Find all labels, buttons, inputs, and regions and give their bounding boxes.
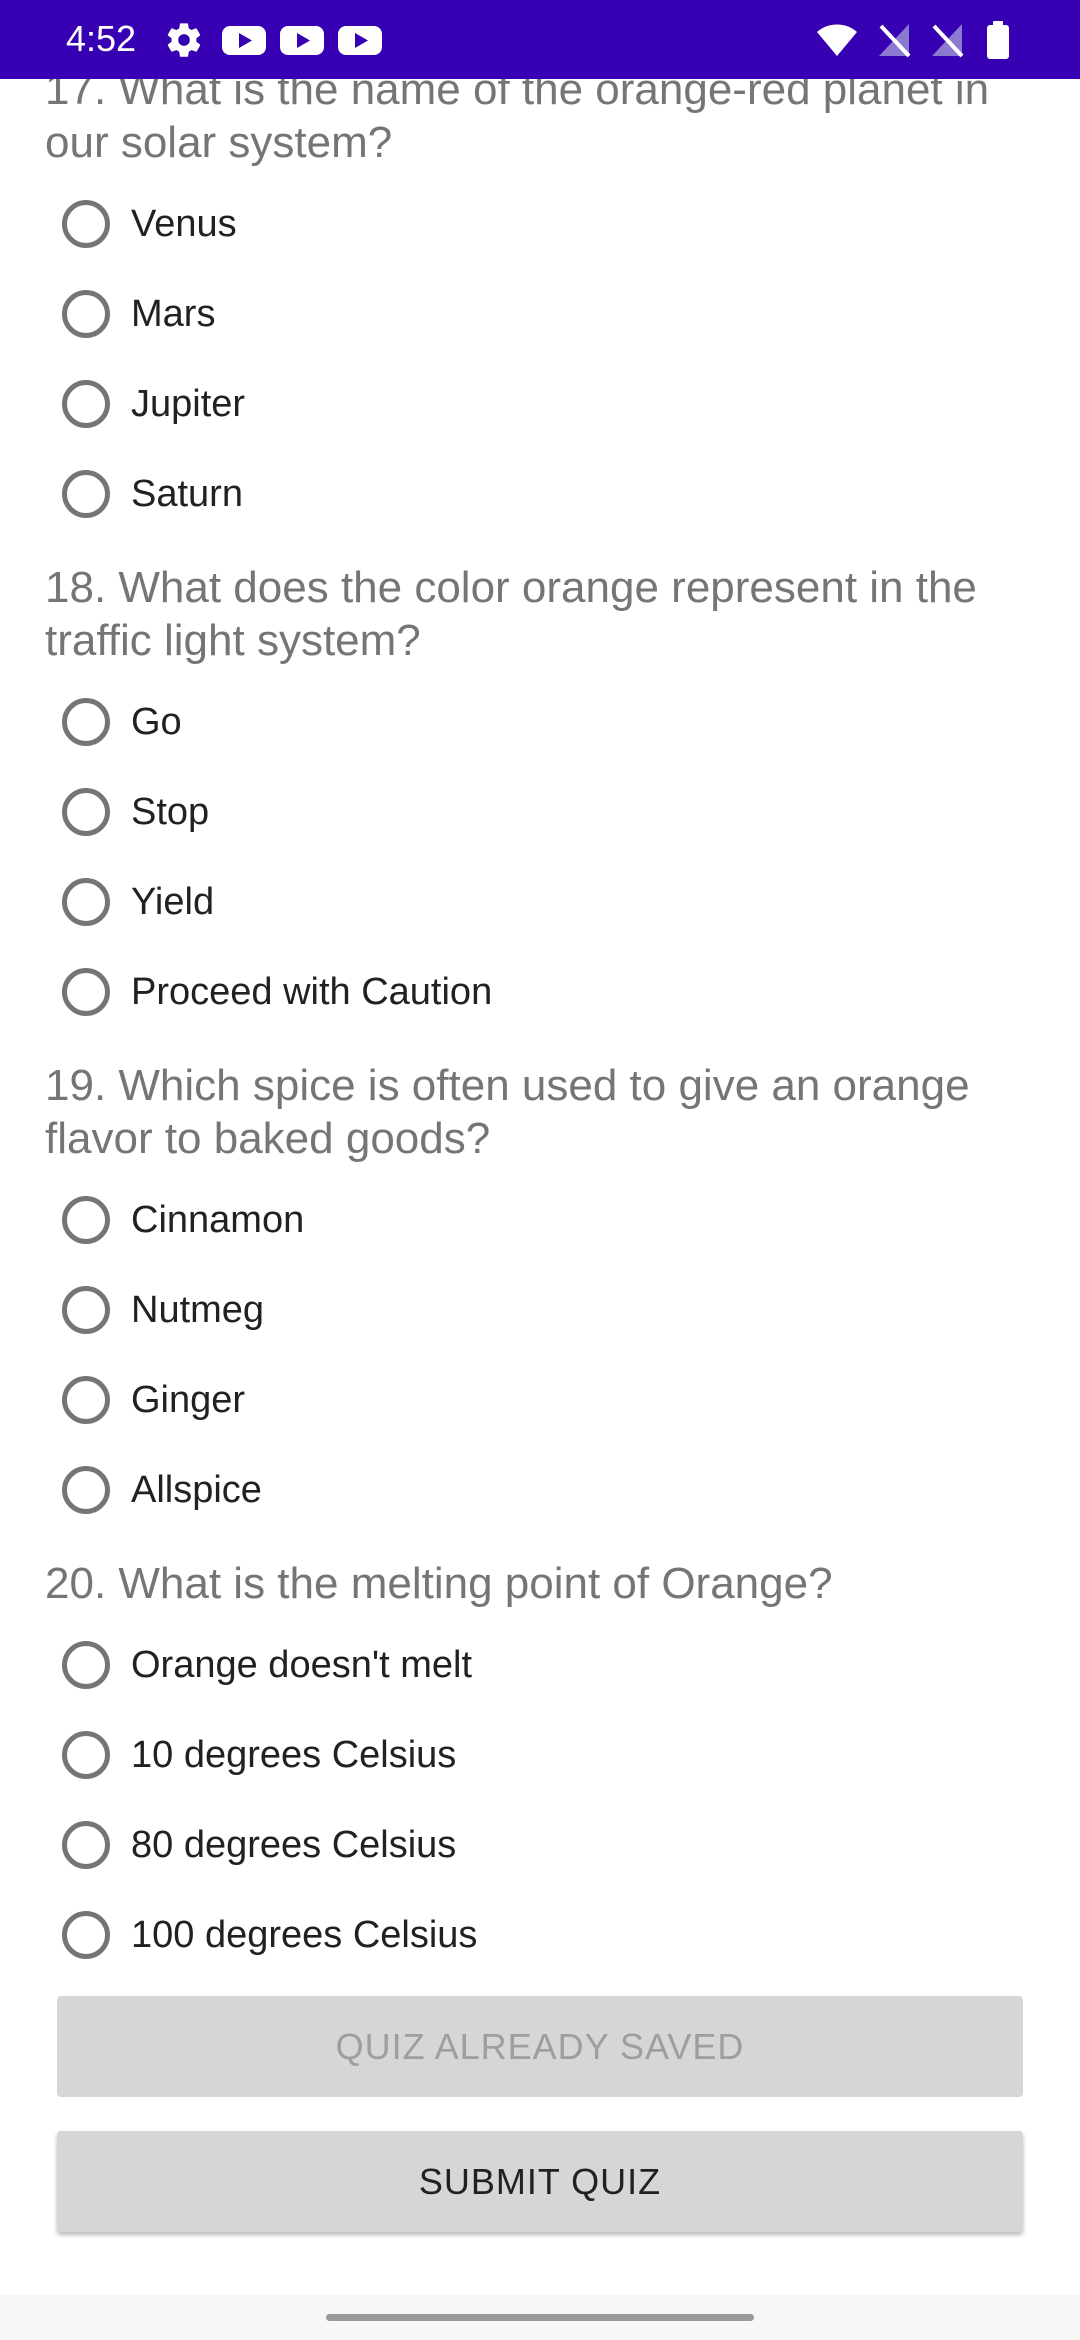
radio-button[interactable] bbox=[62, 1196, 110, 1244]
no-sim-icon bbox=[928, 20, 966, 60]
answer-option[interactable]: Allspice bbox=[57, 1445, 1017, 1535]
radio-button[interactable] bbox=[62, 1376, 110, 1424]
option-label: Stop bbox=[131, 790, 210, 833]
radio-button[interactable] bbox=[62, 1641, 110, 1689]
radio-button[interactable] bbox=[62, 470, 110, 518]
youtube-icon bbox=[221, 20, 267, 60]
battery-icon bbox=[984, 20, 1012, 60]
option-label: Nutmeg bbox=[131, 1288, 265, 1331]
radio-button[interactable] bbox=[62, 380, 110, 428]
answer-option[interactable]: Venus bbox=[57, 179, 1017, 269]
answer-option[interactable]: Cinnamon bbox=[57, 1175, 1017, 1265]
answer-option[interactable]: Stop bbox=[57, 767, 1017, 857]
no-sim-icon bbox=[875, 20, 913, 60]
youtube-icon bbox=[337, 20, 383, 60]
navigation-bar bbox=[0, 2295, 1080, 2340]
answer-option[interactable]: Go bbox=[57, 677, 1017, 767]
option-label: Mars bbox=[131, 292, 216, 335]
answer-option[interactable]: Yield bbox=[57, 857, 1017, 947]
radio-button[interactable] bbox=[62, 200, 110, 248]
radio-button[interactable] bbox=[62, 698, 110, 746]
status-bar: 4:52 bbox=[0, 0, 1080, 79]
option-label: 10 degrees Celsius bbox=[131, 1733, 457, 1776]
question-text: 20. What is the melting point of Orange? bbox=[45, 1559, 833, 1608]
option-label: Jupiter bbox=[131, 382, 246, 425]
wifi-icon bbox=[815, 20, 859, 60]
option-label: Proceed with Caution bbox=[131, 970, 493, 1013]
answer-option[interactable]: Jupiter bbox=[57, 359, 1017, 449]
radio-button[interactable] bbox=[62, 1286, 110, 1334]
question-text: 18. What does the color orange represent… bbox=[45, 563, 977, 665]
radio-button[interactable] bbox=[62, 878, 110, 926]
radio-button[interactable] bbox=[62, 1821, 110, 1869]
youtube-icon bbox=[279, 20, 325, 60]
radio-button[interactable] bbox=[62, 1466, 110, 1514]
quiz-already-saved-button[interactable]: QUIZ ALREADY SAVED bbox=[57, 1996, 1023, 2097]
option-label: 80 degrees Celsius bbox=[131, 1823, 457, 1866]
option-label: Venus bbox=[131, 202, 237, 245]
radio-button[interactable] bbox=[62, 1731, 110, 1779]
option-label: Yield bbox=[131, 880, 215, 923]
option-label: Orange doesn't melt bbox=[131, 1643, 472, 1686]
answer-option[interactable]: 10 degrees Celsius bbox=[57, 1710, 1017, 1800]
gear-icon bbox=[164, 20, 204, 60]
option-label: 100 degrees Celsius bbox=[131, 1913, 478, 1956]
answer-option[interactable]: Saturn bbox=[57, 449, 1017, 539]
answer-option[interactable]: Proceed with Caution bbox=[57, 947, 1017, 1037]
answer-option[interactable]: Ginger bbox=[57, 1355, 1017, 1445]
answer-option[interactable]: Mars bbox=[57, 269, 1017, 359]
answer-option[interactable]: 100 degrees Celsius bbox=[57, 1890, 1017, 1980]
radio-button[interactable] bbox=[62, 1911, 110, 1959]
answer-option[interactable]: Nutmeg bbox=[57, 1265, 1017, 1355]
answer-option[interactable]: 80 degrees Celsius bbox=[57, 1800, 1017, 1890]
radio-button[interactable] bbox=[62, 788, 110, 836]
option-label: Go bbox=[131, 700, 182, 743]
option-label: Saturn bbox=[131, 472, 243, 515]
option-label: Cinnamon bbox=[131, 1198, 305, 1241]
submit-quiz-button[interactable]: SUBMIT QUIZ bbox=[57, 2131, 1023, 2232]
radio-button[interactable] bbox=[62, 968, 110, 1016]
status-time: 4:52 bbox=[66, 18, 137, 59]
option-label: Ginger bbox=[131, 1378, 246, 1421]
option-label: Allspice bbox=[131, 1468, 262, 1511]
quiz-content[interactable]: 17. What is the name of the orange-red p… bbox=[0, 0, 1080, 2295]
question-text: 19. Which spice is often used to give an… bbox=[45, 1061, 970, 1163]
radio-button[interactable] bbox=[62, 290, 110, 338]
gesture-handle[interactable] bbox=[326, 2314, 754, 2321]
answer-option[interactable]: Orange doesn't melt bbox=[57, 1620, 1017, 1710]
